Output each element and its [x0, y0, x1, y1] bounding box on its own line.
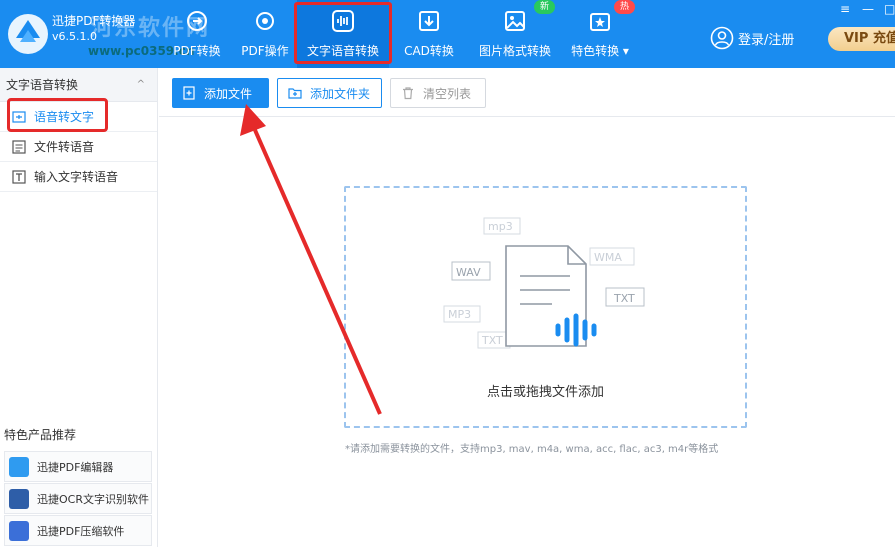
vip-button[interactable]: VIP 充值 [828, 27, 895, 51]
toolbar-divider [159, 116, 895, 117]
cad-icon [419, 11, 439, 31]
ocr-icon [9, 488, 29, 509]
format-tag: TXT [613, 292, 635, 305]
app-window: 迅捷PDF转换器 v6.5.1.0 河东软件网 www.pc0359.cn PD… [0, 0, 895, 547]
new-badge: 新 [534, 0, 556, 14]
supported-formats-hint: *请添加需要转换的文件，支持mp3, mav, m4a, wma, acc, f… [345, 444, 719, 455]
tab-label: 特色转换 ▾ [571, 44, 629, 58]
tab-highlight-box [294, 2, 392, 64]
clear-list-label: 清空列表 [423, 86, 472, 101]
tab-image-convert[interactable]: 图片格式转换 新 [476, 0, 556, 68]
promo-pdf-editor[interactable]: 迅捷PDF编辑器 [4, 451, 152, 482]
hot-badge: 热 [614, 0, 636, 14]
minimize-icon[interactable]: — [862, 2, 874, 16]
add-file-button[interactable]: 添加文件 [172, 78, 269, 108]
user-icon [710, 26, 734, 50]
sidebar-section-header[interactable]: 文字语音转换 ^ [0, 68, 157, 102]
star-box-icon [590, 13, 610, 31]
sidebar-section-title: 文字语音转换 [6, 78, 79, 92]
promo-label: 迅捷PDF编辑器 [37, 460, 114, 474]
add-folder-icon [288, 88, 302, 99]
image-icon [505, 11, 525, 31]
pdf-editor-icon [9, 456, 29, 477]
login-button[interactable]: 登录/注册 [710, 26, 794, 50]
pdf-compress-icon [9, 520, 29, 541]
tab-pdf-convert[interactable]: PDF转换 [168, 0, 226, 68]
promo-label: 迅捷OCR文字识别软件 [37, 492, 149, 506]
tab-label: 图片格式转换 [478, 44, 551, 58]
tab-special-convert[interactable]: 特色转换 ▾ 热 [568, 0, 636, 68]
app-logo-icon [8, 14, 48, 54]
sidebar-item-label: 输入文字转语音 [34, 170, 119, 184]
close-icon[interactable]: □ [884, 2, 895, 16]
format-tag: MP3 [448, 308, 471, 321]
format-tag: TXT [481, 334, 503, 347]
login-label: 登录/注册 [738, 32, 795, 48]
text-t-icon [12, 169, 26, 184]
format-tag: mp3 [488, 220, 513, 233]
trash-icon [403, 87, 413, 100]
menu-icon[interactable]: ≡ [840, 2, 850, 16]
tab-cad[interactable]: CAD转换 [400, 0, 458, 68]
top-header: 迅捷PDF转换器 v6.5.1.0 河东软件网 www.pc0359.cn PD… [0, 0, 895, 68]
sidebar-item-text-input-to-voice[interactable]: 输入文字转语音 [0, 162, 157, 192]
sidebar: 文字语音转换 ^ 语音转文字 文件转语音 输入文字转语音 特色产品推荐 迅捷PD… [0, 68, 158, 547]
clear-list-button[interactable]: 清空列表 [390, 78, 486, 108]
sidebar-item-file-to-voice[interactable]: 文件转语音 [0, 132, 157, 162]
format-tag: WAV [456, 266, 481, 279]
promo-ocr[interactable]: 迅捷OCR文字识别软件 [4, 483, 152, 514]
chevron-up-icon: ^ [136, 79, 145, 90]
sidebar-item-label: 文件转语音 [34, 140, 95, 154]
add-folder-label: 添加文件夹 [310, 86, 371, 101]
promo-pdf-compress[interactable]: 迅捷PDF压缩软件 [4, 515, 152, 546]
tab-label: PDF操作 [241, 44, 289, 58]
add-folder-button[interactable]: 添加文件夹 [277, 78, 382, 108]
add-file-label: 添加文件 [204, 86, 253, 101]
promo-label: 迅捷PDF压缩软件 [37, 524, 125, 538]
add-file-icon [183, 86, 195, 100]
audio-file-illustration-icon: mp3 WAV WMA TXT MP3 TXT [443, 217, 645, 349]
sidebar-highlight-box [7, 98, 108, 132]
tab-label: PDF转换 [173, 44, 221, 58]
tab-pdf-operate[interactable]: PDF操作 [236, 0, 294, 68]
drop-zone-label: 点击或拖拽文件添加 [486, 385, 604, 400]
pdf-operate-icon [256, 12, 274, 30]
pdf-convert-icon [187, 11, 207, 31]
format-tag: WMA [594, 251, 622, 264]
promo-section-title: 特色产品推荐 [4, 428, 77, 442]
tab-label: CAD转换 [404, 44, 454, 58]
document-icon [12, 139, 26, 154]
